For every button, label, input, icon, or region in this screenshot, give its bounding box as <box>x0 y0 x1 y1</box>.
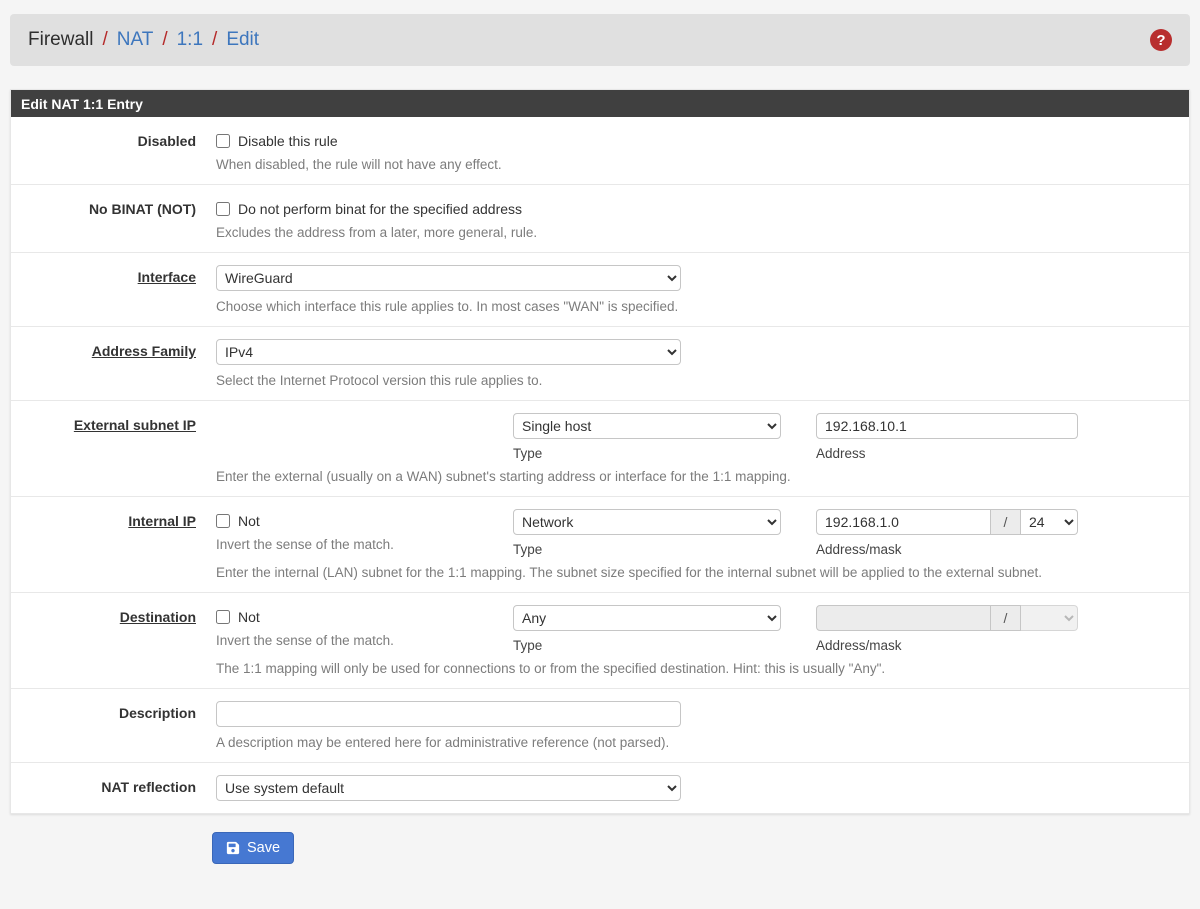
row-disabled: Disabled Disable this rule When disabled… <box>11 117 1189 185</box>
nobinat-checkbox-label[interactable]: Do not perform binat for the specified a… <box>238 201 522 217</box>
destination-label: Destination <box>11 605 216 676</box>
breadcrumb: Firewall / NAT / 1:1 / Edit ? <box>10 14 1190 66</box>
destination-address-input <box>816 605 991 631</box>
help-icon[interactable]: ? <box>1150 29 1172 51</box>
save-icon <box>226 841 240 855</box>
row-interface: Interface WireGuard Choose which interfa… <box>11 253 1189 327</box>
description-help-text: A description may be entered here for ad… <box>216 735 1175 750</box>
internal-address-sublabel: Address/mask <box>816 542 1078 557</box>
address-mask-separator: / <box>991 605 1021 631</box>
edit-nat-panel: Edit NAT 1:1 Entry Disabled Disable this… <box>10 89 1190 814</box>
panel-title: Edit NAT 1:1 Entry <box>11 90 1189 117</box>
row-nobinat: No BINAT (NOT) Do not perform binat for … <box>11 185 1189 253</box>
interface-label: Interface <box>11 265 216 314</box>
destination-mask-select <box>1021 605 1078 631</box>
internal-not-checkbox[interactable] <box>216 514 230 528</box>
breadcrumb-item-firewall: Firewall <box>28 29 93 51</box>
breadcrumb-item-edit[interactable]: Edit <box>226 29 259 51</box>
internal-not-help-text: Invert the sense of the match. <box>216 537 513 552</box>
row-external-subnet: External subnet IP Single host Type Addr… <box>11 401 1189 497</box>
nobinat-label: No BINAT (NOT) <box>11 197 216 240</box>
external-empty-col <box>216 413 513 461</box>
disable-rule-checkbox-label[interactable]: Disable this rule <box>238 133 338 149</box>
row-nat-reflection: NAT reflection Use system default <box>11 763 1189 813</box>
disabled-help-text: When disabled, the rule will not have an… <box>216 157 1175 172</box>
internal-type-select[interactable]: Network <box>513 509 781 535</box>
external-type-sublabel: Type <box>513 446 781 461</box>
disabled-label: Disabled <box>11 129 216 172</box>
external-subnet-label: External subnet IP <box>11 413 216 484</box>
form-actions: Save <box>0 814 1200 864</box>
destination-address-sublabel: Address/mask <box>816 638 1078 653</box>
nat-reflection-select[interactable]: Use system default <box>216 775 681 801</box>
disable-rule-checkbox[interactable] <box>216 134 230 148</box>
interface-help-text: Choose which interface this rule applies… <box>216 299 1175 314</box>
row-internal-ip: Internal IP Not Invert the sense of the … <box>11 497 1189 593</box>
address-family-label: Address Family <box>11 339 216 388</box>
breadcrumb-separator: / <box>162 29 167 51</box>
save-button-label: Save <box>247 840 280 856</box>
row-address-family: Address Family IPv4 Select the Internet … <box>11 327 1189 401</box>
breadcrumb-item-nat[interactable]: NAT <box>117 29 154 51</box>
destination-type-sublabel: Type <box>513 638 781 653</box>
address-family-select[interactable]: IPv4 <box>216 339 681 365</box>
breadcrumb-item-1to1[interactable]: 1:1 <box>177 29 203 51</box>
internal-ip-label: Internal IP <box>11 509 216 580</box>
address-family-help-text: Select the Internet Protocol version thi… <box>216 373 1175 388</box>
external-address-input[interactable] <box>816 413 1078 439</box>
external-address-sublabel: Address <box>816 446 1078 461</box>
external-help-text: Enter the external (usually on a WAN) su… <box>216 469 1175 484</box>
nobinat-checkbox[interactable] <box>216 202 230 216</box>
destination-type-select[interactable]: Any <box>513 605 781 631</box>
row-destination: Destination Not Invert the sense of the … <box>11 593 1189 689</box>
address-mask-separator: / <box>991 509 1021 535</box>
internal-address-input[interactable] <box>816 509 991 535</box>
internal-type-sublabel: Type <box>513 542 781 557</box>
destination-not-checkbox-label[interactable]: Not <box>238 609 260 625</box>
destination-not-checkbox[interactable] <box>216 610 230 624</box>
external-type-select[interactable]: Single host <box>513 413 781 439</box>
row-description: Description A description may be entered… <box>11 689 1189 763</box>
interface-select[interactable]: WireGuard <box>216 265 681 291</box>
description-input[interactable] <box>216 701 681 727</box>
nat-reflection-label: NAT reflection <box>11 775 216 801</box>
internal-mask-select[interactable]: 24 <box>1021 509 1078 535</box>
description-label: Description <box>11 701 216 750</box>
breadcrumb-separator: / <box>212 29 217 51</box>
internal-not-checkbox-label[interactable]: Not <box>238 513 260 529</box>
save-button[interactable]: Save <box>212 832 294 864</box>
nobinat-help-text: Excludes the address from a later, more … <box>216 225 1175 240</box>
internal-help-text: Enter the internal (LAN) subnet for the … <box>216 565 1175 580</box>
breadcrumb-separator: / <box>102 29 107 51</box>
destination-not-help-text: Invert the sense of the match. <box>216 633 513 648</box>
destination-help-text: The 1:1 mapping will only be used for co… <box>216 661 1175 676</box>
